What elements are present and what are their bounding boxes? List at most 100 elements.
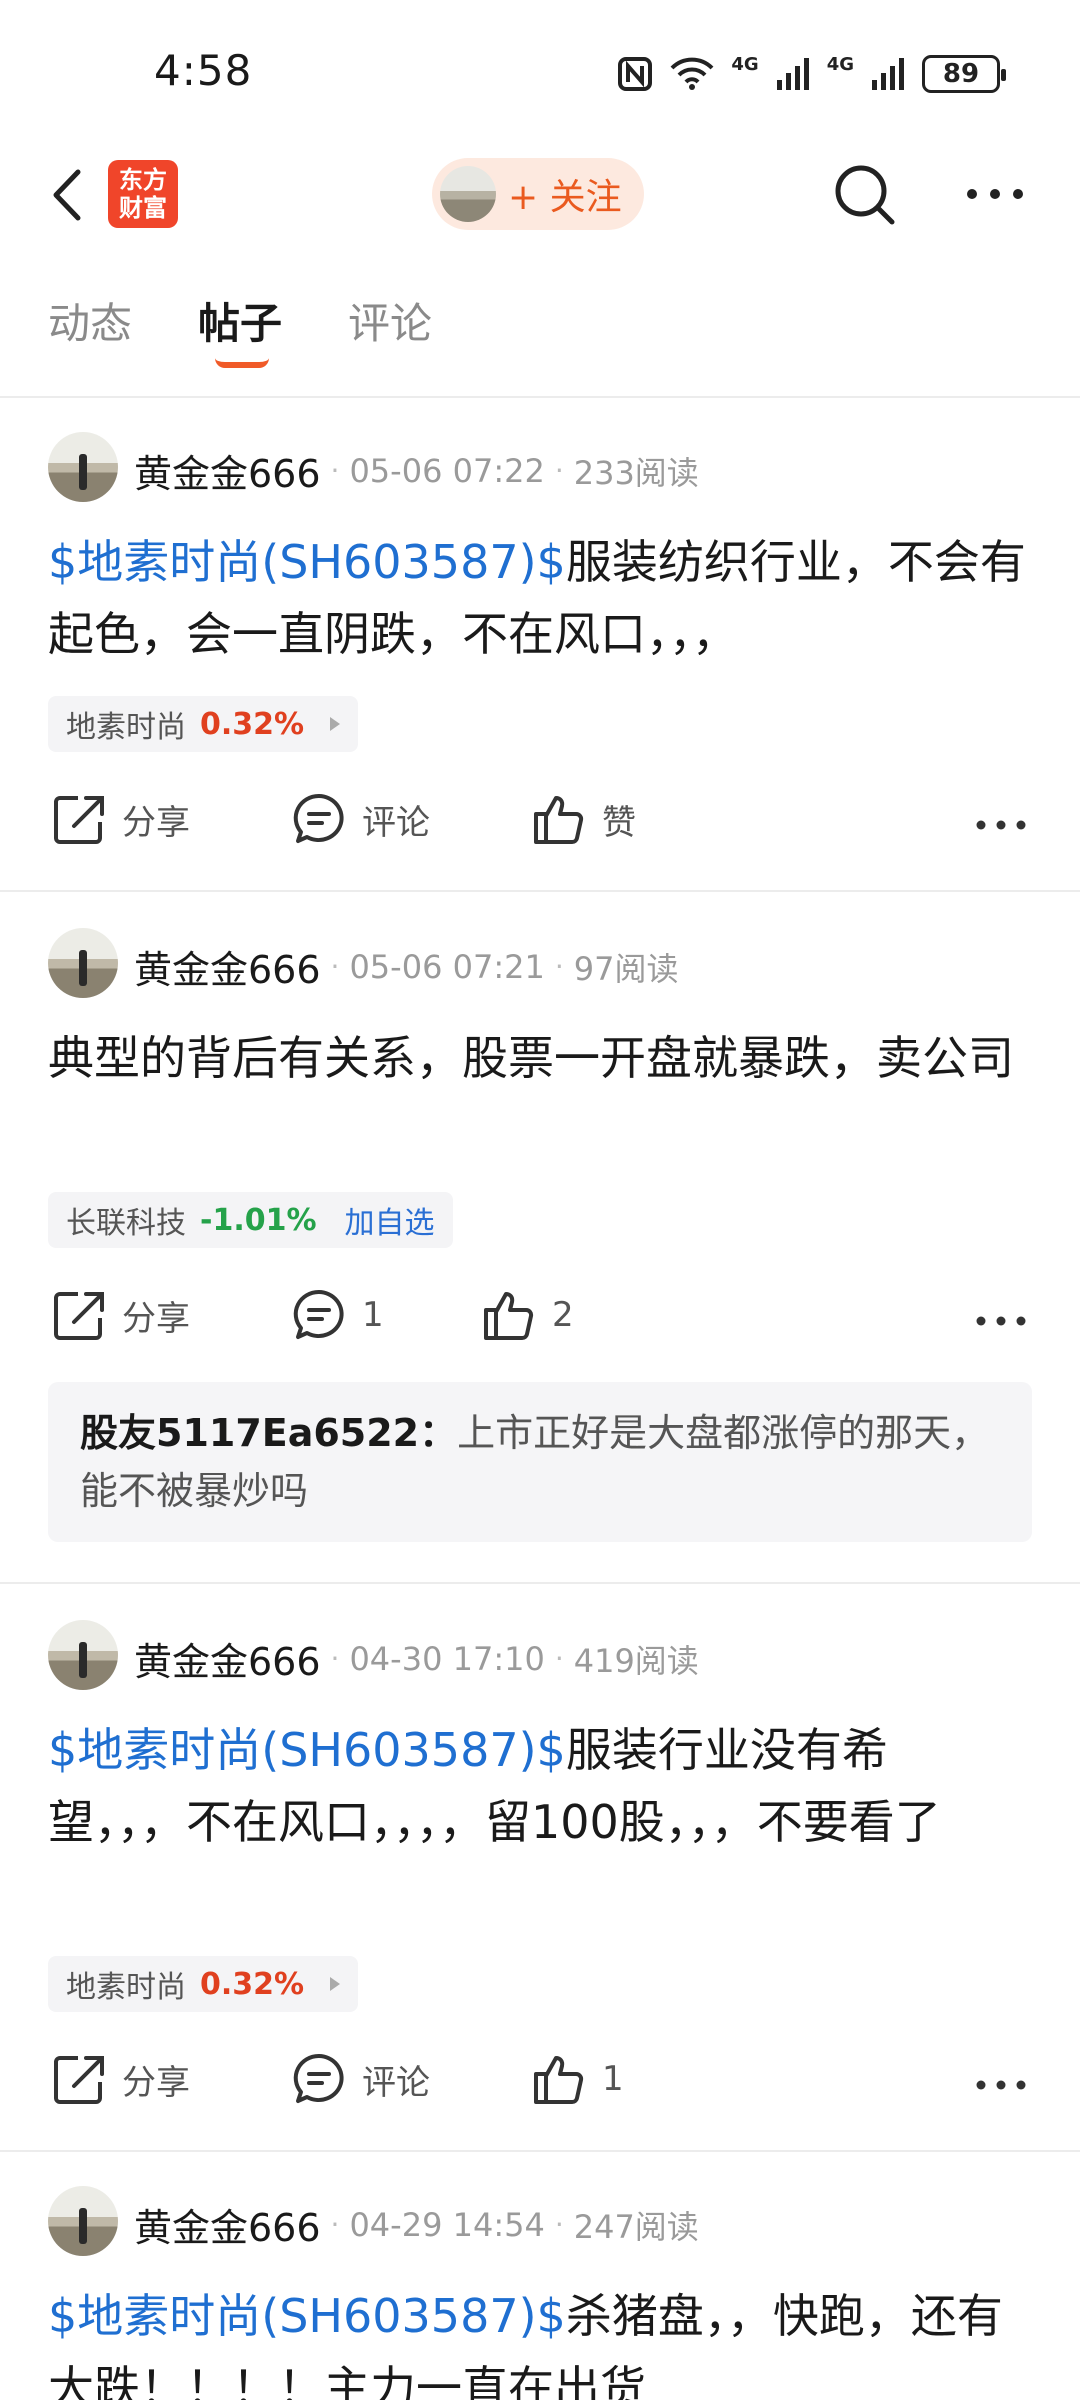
stock-name: 地素时尚 xyxy=(66,1970,186,2005)
tab-bar: 动态 帖子 评论 xyxy=(0,280,1080,370)
author-avatar[interactable] xyxy=(48,2186,118,2256)
post-meta: 黄金金666 · 04-30 17:10 · 419阅读 xyxy=(134,1631,699,1686)
stock-chip[interactable]: 地素时尚 0.32% xyxy=(48,1956,359,2012)
comment-button[interactable]: 评论 xyxy=(290,2050,430,2108)
nfc-icon xyxy=(618,57,653,91)
like-count: 2 xyxy=(552,1295,574,1335)
author-name[interactable]: 黄金金666 xyxy=(134,939,321,994)
tab-indicator xyxy=(215,358,269,368)
post-time: 04-29 14:54 xyxy=(349,2205,545,2244)
meta-separator: · xyxy=(554,2208,564,2241)
post-content[interactable]: $地素时尚(SH603587)$服装纺织行业，不会有起色，会一直阴跌，不在风口，… xyxy=(48,526,1028,670)
meta-separator: · xyxy=(330,454,340,487)
stock-tag-link[interactable]: $地素时尚(SH603587)$ xyxy=(48,1723,566,1777)
author-name[interactable]: 黄金金666 xyxy=(134,443,321,498)
stock-name: 长联科技 xyxy=(66,1206,186,1241)
signal-icon-2 xyxy=(872,58,904,90)
comment-button[interactable]: 1 xyxy=(290,1286,384,1344)
like-button[interactable]: 1 xyxy=(530,2050,624,2108)
like-button[interactable]: 赞 xyxy=(530,790,636,848)
post-content[interactable]: $地素时尚(SH603587)$服装行业没有希望，，，不在风口，，，，留100股… xyxy=(48,1714,998,1858)
battery-level: 89 xyxy=(942,59,980,89)
post-actions: 分享 评论 赞 xyxy=(0,790,1080,860)
network-type-2: 4G xyxy=(826,53,854,75)
stock-name: 地素时尚 xyxy=(66,710,186,745)
share-button[interactable]: 分享 xyxy=(50,790,190,848)
like-button[interactable]: 2 xyxy=(480,1286,574,1344)
like-count: 1 xyxy=(602,2059,624,2099)
meta-separator: · xyxy=(330,1642,340,1675)
meta-separator: · xyxy=(554,454,564,487)
author-name[interactable]: 黄金金666 xyxy=(134,2197,321,2252)
post-more-icon[interactable] xyxy=(975,2075,1027,2095)
comment-button[interactable]: 评论 xyxy=(290,790,430,848)
post-item[interactable]: 黄金金666 · 05-06 07:21 · 97阅读 典型的背后有关系，股票一… xyxy=(0,892,1080,1582)
thumbs-up-icon xyxy=(484,1292,534,1340)
network-type-1: 4G xyxy=(731,53,759,75)
post-content[interactable]: 典型的背后有关系，股票一开盘就暴跌，卖公司 xyxy=(48,1022,1028,1094)
read-count: 419阅读 xyxy=(573,1641,699,1680)
meta-separator: · xyxy=(554,1642,564,1675)
stock-chip[interactable]: 长联科技 -1.01% 加自选 xyxy=(48,1192,453,1248)
post-item[interactable]: 黄金金666 · 04-29 14:54 · 247阅读 $地素时尚(SH603… xyxy=(0,2152,1080,2400)
comment-label: 评论 xyxy=(362,802,430,843)
back-icon[interactable] xyxy=(40,160,100,230)
meta-separator: · xyxy=(330,950,340,983)
tab-posts[interactable]: 帖子 xyxy=(198,290,282,351)
comment-preview[interactable]: 股友5117Ea6522：上市正好是大盘都涨停的那天，能不被暴炒吗 xyxy=(48,1382,1032,1542)
author-avatar[interactable] xyxy=(48,928,118,998)
stock-change: 0.32% xyxy=(200,1966,305,2002)
avatar xyxy=(440,166,496,222)
wifi-icon xyxy=(670,57,714,90)
post-time: 05-06 07:21 xyxy=(349,947,545,986)
stock-tag-link[interactable]: $地素时尚(SH603587)$ xyxy=(48,535,566,589)
tab-activity[interactable]: 动态 xyxy=(48,290,132,351)
reply-user[interactable]: 股友5117Ea6522： xyxy=(80,1411,457,1455)
author-avatar[interactable] xyxy=(48,1620,118,1690)
share-label: 分享 xyxy=(122,2062,190,2103)
follow-button[interactable]: + 关注 xyxy=(432,158,644,230)
post-content[interactable]: $地素时尚(SH603587)$杀猪盘，，快跑，还有大跌！！！！主力一直在出货 xyxy=(48,2280,1008,2400)
stock-change: -1.01% xyxy=(200,1202,317,1238)
post-item[interactable]: 黄金金666 · 05-06 07:22 · 233阅读 $地素时尚(SH603… xyxy=(0,398,1080,888)
more-icon[interactable] xyxy=(960,164,1030,224)
share-label: 分享 xyxy=(122,802,190,843)
stock-change: 0.32% xyxy=(200,706,305,742)
search-icon[interactable] xyxy=(830,160,900,230)
status-bar: 4:58 4G 4G 89 xyxy=(0,0,1080,140)
stock-chip[interactable]: 地素时尚 0.32% xyxy=(48,696,359,752)
meta-separator: · xyxy=(554,950,564,983)
share-button[interactable]: 分享 xyxy=(50,1286,190,1344)
share-icon xyxy=(54,1292,104,1340)
status-time: 4:58 xyxy=(154,46,253,95)
comment-icon xyxy=(293,793,344,843)
share-button[interactable]: 分享 xyxy=(50,2050,190,2108)
app-logo[interactable]: 东方 财富 xyxy=(108,160,178,228)
post-text: 典型的背后有关系，股票一开盘就暴跌，卖公司 xyxy=(48,1031,1014,1085)
author-name[interactable]: 黄金金666 xyxy=(134,1631,321,1686)
post-meta: 黄金金666 · 04-29 14:54 · 247阅读 xyxy=(134,2197,699,2252)
share-icon xyxy=(54,796,104,844)
post-actions: 分享 1 2 xyxy=(0,1286,1080,1356)
read-count: 233阅读 xyxy=(573,453,699,492)
post-meta: 黄金金666 · 05-06 07:21 · 97阅读 xyxy=(134,939,678,994)
follow-label: + 关注 xyxy=(508,177,622,218)
thumbs-up-icon xyxy=(534,796,584,844)
post-time: 05-06 07:22 xyxy=(349,451,545,490)
battery-icon: 89 xyxy=(922,55,1006,93)
header: 东方 财富 + 关注 xyxy=(0,140,1080,250)
add-watchlist-button[interactable]: 加自选 xyxy=(345,1198,435,1242)
comment-label: 评论 xyxy=(362,2062,430,2103)
comment-icon xyxy=(293,1289,344,1339)
meta-separator: · xyxy=(330,2208,340,2241)
thumbs-up-icon xyxy=(534,2056,584,2104)
post-more-icon[interactable] xyxy=(975,1311,1027,1331)
stock-tag-link[interactable]: $地素时尚(SH603587)$ xyxy=(48,2289,566,2343)
author-avatar[interactable] xyxy=(48,432,118,502)
read-count: 97阅读 xyxy=(573,949,679,988)
post-item[interactable]: 黄金金666 · 04-30 17:10 · 419阅读 $地素时尚(SH603… xyxy=(0,1584,1080,2148)
share-label: 分享 xyxy=(122,1298,190,1339)
comment-icon xyxy=(293,2053,344,2103)
tab-comments[interactable]: 评论 xyxy=(348,290,432,351)
post-more-icon[interactable] xyxy=(975,815,1027,835)
